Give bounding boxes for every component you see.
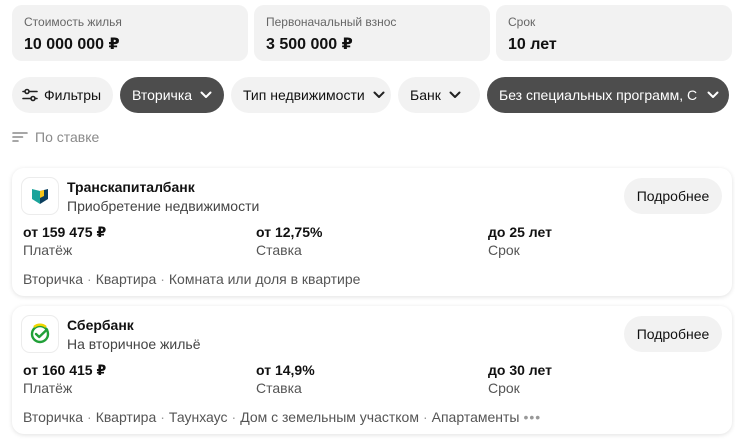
tag-separator: · xyxy=(160,271,165,287)
details-button[interactable]: Подробнее xyxy=(624,316,722,352)
payment-label: Платёж xyxy=(23,242,73,258)
program-name: На вторичное жильё xyxy=(67,336,201,352)
property-price-value[interactable]: 10 000 000 ₽ xyxy=(24,36,236,54)
property-type-dropdown[interactable]: Тип недвижимости xyxy=(231,77,391,113)
term-value: до 30 лет xyxy=(488,362,552,378)
down-payment-field[interactable]: Первоначальный взнос 3 500 000 ₽ xyxy=(254,5,490,61)
bank-dropdown[interactable]: Банк xyxy=(398,77,480,113)
payment-label: Платёж xyxy=(23,380,73,396)
tag: Дом с земельным участком xyxy=(240,409,419,425)
tag-separator: · xyxy=(87,271,92,287)
filter-bar: Фильтры Вторичка Тип недвижимости Банк Б… xyxy=(12,77,734,113)
special-programs-dropdown[interactable]: Без специальных программ, С xyxy=(487,77,729,113)
tag: Апартаменты xyxy=(431,409,520,425)
rate-value: от 12,75% xyxy=(256,224,323,240)
bank-name: Сбербанк xyxy=(67,317,134,333)
rate-value: от 14,9% xyxy=(256,362,315,378)
sort-label: По ставке xyxy=(35,129,100,145)
property-type-label: Тип недвижимости xyxy=(243,87,365,103)
term-field[interactable]: Срок 10 лет xyxy=(496,5,732,61)
term-label: Срок xyxy=(508,15,536,29)
filters-label: Фильтры xyxy=(44,87,102,103)
term-value: до 25 лет xyxy=(488,224,552,240)
program-name: Приобретение недвижимости xyxy=(67,198,260,214)
chevron-down-icon xyxy=(707,91,719,99)
secondary-housing-label: Вторичка xyxy=(132,87,193,103)
rate-label: Ставка xyxy=(256,242,302,258)
term-stat: до 30 лет Срок xyxy=(488,362,552,396)
bank-label: Банк xyxy=(410,87,441,103)
payment-value: от 159 475 ₽ xyxy=(23,224,107,240)
tag: Квартира xyxy=(95,271,157,287)
rate-stat: от 12,75% Ставка xyxy=(256,224,322,258)
term-label: Срок xyxy=(488,242,520,258)
term-label: Срок xyxy=(488,380,520,396)
details-button[interactable]: Подробнее xyxy=(624,178,722,214)
sberbank-logo xyxy=(22,316,58,352)
sort-control[interactable]: По ставке xyxy=(12,129,99,145)
offer-tags: Вторичка · Квартира · Комната или доля в ква… xyxy=(23,271,360,287)
property-price-label: Стоимость жилья xyxy=(24,15,122,29)
term-stat: до 25 лет Срок xyxy=(488,224,552,258)
transkapitalbank-logo xyxy=(22,178,58,214)
payment-stat: от 160 415 ₽ Платёж xyxy=(23,362,106,396)
tag: Таунхаус xyxy=(168,409,228,425)
sliders-icon xyxy=(22,88,38,102)
bank-name: Транскапиталбанк xyxy=(67,179,195,195)
payment-stat: от 159 475 ₽ Платёж xyxy=(23,224,106,258)
ellipsis-icon[interactable]: ••• xyxy=(523,409,541,425)
property-price-field[interactable]: Стоимость жилья 10 000 000 ₽ xyxy=(12,5,248,61)
mortgage-parameters: Стоимость жилья 10 000 000 ₽ Первоначаль… xyxy=(12,5,732,61)
tag: Комната или доля в квартире xyxy=(168,271,361,287)
tag: Квартира xyxy=(95,409,157,425)
chevron-down-icon xyxy=(373,91,385,99)
tag-separator: · xyxy=(422,409,428,425)
chevron-down-icon xyxy=(449,91,461,99)
chevron-down-icon xyxy=(200,91,212,99)
special-programs-label: Без специальных программ, С xyxy=(499,87,698,103)
tag-separator: · xyxy=(231,409,237,425)
offer-tags: Вторичка · Квартира · Таунхаус · Дом с земельн… xyxy=(23,409,541,425)
term-value[interactable]: 10 лет xyxy=(508,36,720,54)
tag-separator: · xyxy=(87,409,92,425)
offer-card[interactable]: Сбербанк На вторичное жильё Подробнее от… xyxy=(12,306,732,434)
rate-label: Ставка xyxy=(256,380,302,396)
tag: Вторичка xyxy=(23,409,84,425)
secondary-housing-dropdown[interactable]: Вторичка xyxy=(120,77,224,113)
down-payment-label: Первоначальный взнос xyxy=(266,15,397,29)
payment-value: от 160 415 ₽ xyxy=(23,362,107,378)
tag: Вторичка xyxy=(23,271,84,287)
filters-button[interactable]: Фильтры xyxy=(12,77,113,113)
sort-icon xyxy=(12,131,28,143)
down-payment-value[interactable]: 3 500 000 ₽ xyxy=(266,36,478,54)
offer-card[interactable]: Транскапиталбанк Приобретение недвижимос… xyxy=(12,168,732,296)
tag-separator: · xyxy=(160,409,165,425)
rate-stat: от 14,9% Ставка xyxy=(256,362,315,396)
